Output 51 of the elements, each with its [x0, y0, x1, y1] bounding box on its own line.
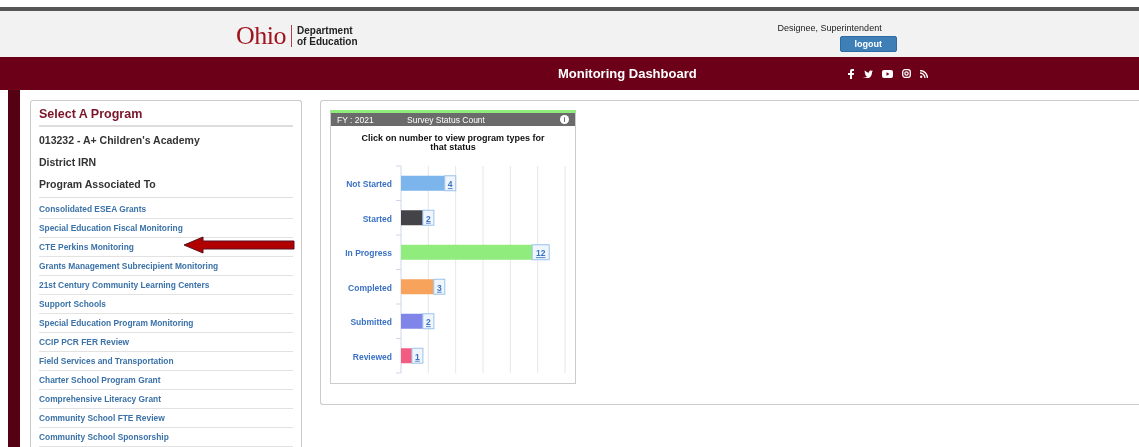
camera-icon[interactable] — [901, 69, 911, 78]
axis-label: In Progress — [345, 248, 392, 259]
program-link[interactable]: Field Services and Transportation — [39, 357, 174, 366]
data-label: 2 — [426, 317, 431, 328]
logo-text: of Education — [297, 36, 358, 47]
value-label[interactable]: 12 — [531, 244, 550, 261]
axis-label: Started — [362, 213, 392, 224]
fiscal-year: FY : 2021 — [337, 114, 375, 125]
facebook-icon[interactable] — [847, 68, 854, 79]
program-link[interactable]: Comprehensive Literacy Grant — [39, 395, 161, 404]
instruction-text: Click on number to view program types for that status — [360, 134, 546, 152]
program-link[interactable]: CCIP PCR FER Review — [39, 338, 130, 347]
logo-divider — [291, 25, 292, 47]
page-title: Monitoring Dashboard — [558, 66, 697, 81]
data-label: 1 — [415, 351, 421, 362]
bar[interactable] — [401, 210, 423, 226]
associated-label: Program Associated To — [39, 175, 293, 198]
user-name: Designee, Superintendent — [777, 23, 882, 33]
data-label: 2 — [426, 213, 431, 224]
value-label[interactable]: 1 — [411, 347, 424, 364]
rss-icon[interactable] — [919, 69, 928, 78]
value-label[interactable]: 2 — [422, 209, 435, 226]
logout-button[interactable]: logout — [839, 36, 898, 52]
program-link[interactable]: Community School Sponsorship — [39, 433, 169, 442]
bird-icon[interactable] — [862, 69, 873, 78]
program-link[interactable]: Grants Management Subrecipient Monitoring — [39, 262, 219, 271]
axis-label: Not Started — [346, 179, 392, 190]
district-label: District IRN — [39, 155, 98, 170]
data-label: 3 — [436, 282, 442, 293]
program-link[interactable]: CTE Perkins Monitoring — [39, 243, 134, 252]
value-label[interactable]: 2 — [422, 313, 435, 330]
video-play-icon[interactable] — [881, 69, 893, 78]
value-label[interactable]: 4 — [444, 175, 457, 192]
program-link[interactable]: Special Education Program Monitoring — [39, 319, 194, 328]
program-link[interactable]: Consolidated ESEA Grants — [39, 205, 147, 214]
panel-title: Select A Program — [39, 107, 293, 127]
program-link[interactable]: Support Schools — [39, 300, 106, 309]
axis-label: Submitted — [350, 317, 392, 328]
data-label: 12 — [535, 248, 546, 259]
data-label: 4 — [447, 179, 453, 190]
value-label[interactable]: 3 — [433, 278, 446, 295]
card-title: Survey Status Count — [407, 114, 486, 125]
logo-wordmark: Ohio — [236, 21, 286, 51]
logo-text: Department — [297, 25, 353, 36]
axis-label: Completed — [348, 282, 392, 293]
program-link[interactable]: Special Education Fiscal Monitoring — [39, 224, 183, 233]
program-name: 013232 - A+ Children's Academy — [39, 133, 201, 148]
program-link[interactable]: Charter School Program Grant — [39, 376, 161, 385]
axis-label: Reviewed — [352, 351, 392, 362]
program-link[interactable]: 21st Century Community Learning Centers — [39, 281, 210, 290]
program-link[interactable]: Community School FTE Review — [39, 414, 165, 423]
